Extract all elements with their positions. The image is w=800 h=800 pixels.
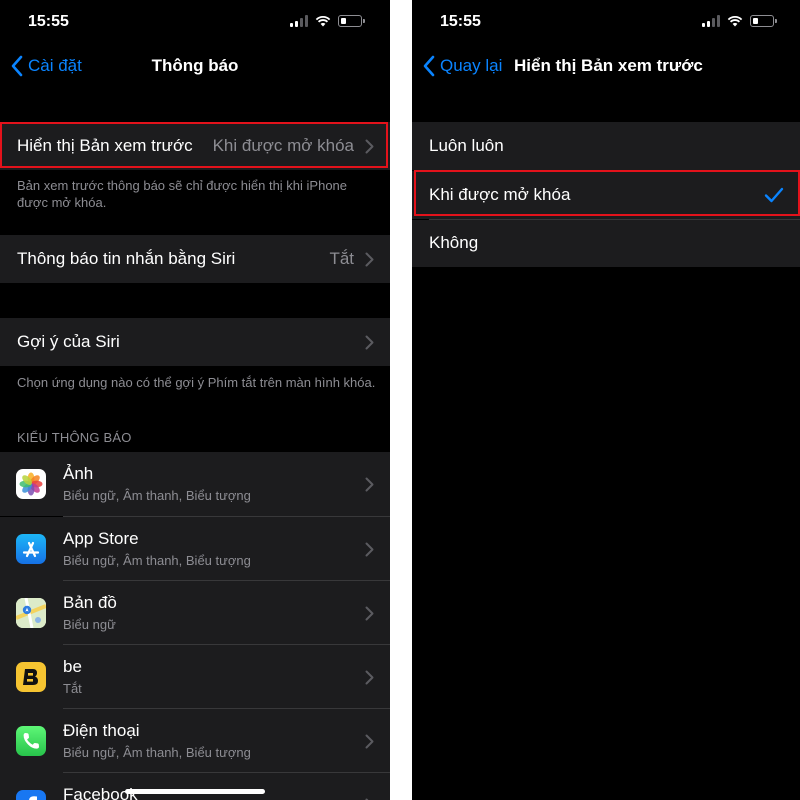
status-time: 15:55	[440, 13, 481, 30]
chevron-right-icon	[365, 335, 374, 350]
back-button[interactable]: Quay lại	[420, 54, 502, 78]
list-item-maps[interactable]: Bản đồ Biểu ngữ	[0, 581, 390, 645]
cellular-signal-icon	[702, 15, 720, 27]
option-label: Không	[429, 233, 479, 252]
siri-suggestions-label: Gợi ý của Siri	[17, 332, 120, 351]
list-item-facebook[interactable]: Facebook	[0, 773, 390, 800]
wifi-icon	[727, 16, 743, 27]
app-subtitle: Biểu ngữ, Âm thanh, Biểu tượng	[63, 488, 251, 503]
phone-icon	[16, 726, 46, 756]
page-title: Thông báo	[151, 56, 239, 75]
app-name: Điện thoại	[63, 721, 140, 740]
facebook-icon	[16, 790, 46, 800]
wifi-icon	[315, 16, 331, 27]
app-name: Ảnh	[63, 464, 94, 483]
show-previews-note: Bản xem trước thông báo sẽ chỉ được hiển…	[17, 178, 348, 210]
chevron-right-icon	[365, 734, 374, 749]
siri-announce-value: Tắt	[329, 249, 354, 268]
list-item-app-store[interactable]: App Store Biểu ngữ, Âm thanh, Biểu tượng	[0, 517, 390, 581]
home-indicator[interactable]	[125, 789, 265, 794]
app-subtitle: Biểu ngữ, Âm thanh, Biểu tượng	[63, 745, 251, 760]
page-title: Hiển thị Bản xem trước	[514, 56, 703, 75]
siri-announce-label: Thông báo tin nhắn bằng Siri	[17, 249, 236, 268]
status-time: 15:55	[28, 13, 69, 30]
chevron-right-icon	[365, 542, 374, 557]
notifications-screen: 15:55 Cài đặt Thông báo Hiển thị Bản xem…	[0, 0, 390, 800]
highlight-box	[0, 122, 388, 168]
nav-bar: Cài đặt Thông báo	[0, 44, 390, 88]
status-bar: 15:55	[0, 0, 390, 44]
app-name: App Store	[63, 529, 139, 548]
status-bar: 15:55	[412, 0, 800, 44]
back-label: Quay lại	[440, 56, 503, 75]
chevron-right-icon	[365, 670, 374, 685]
option-label: Luôn luôn	[429, 136, 504, 155]
battery-icon	[750, 15, 777, 27]
siri-suggestions-note: Chọn ứng dụng nào có thể gợi ý Phím tắt …	[17, 375, 376, 390]
chevron-right-icon	[365, 477, 374, 492]
option-always[interactable]: Luôn luôn	[412, 122, 800, 170]
list-item-be[interactable]: be Tắt	[0, 645, 390, 709]
list-item-photos[interactable]: Ảnh Biểu ngữ, Âm thanh, Biểu tượng	[0, 452, 390, 516]
battery-icon	[338, 15, 365, 27]
maps-icon	[16, 598, 46, 628]
be-icon	[16, 662, 46, 692]
app-subtitle: Biểu ngữ	[63, 617, 116, 632]
app-store-icon	[16, 534, 46, 564]
chevron-right-icon	[365, 252, 374, 267]
chevron-left-icon	[423, 55, 435, 77]
nav-bar: Quay lại Hiển thị Bản xem trước	[412, 44, 800, 88]
siri-announce-row[interactable]: Thông báo tin nhắn bằng Siri Tắt	[0, 235, 390, 283]
show-previews-screen: 15:55 Quay lại Hiển thị Bản xem trước Lu…	[412, 0, 800, 800]
app-subtitle: Tắt	[63, 681, 82, 696]
siri-suggestions-row[interactable]: Gợi ý của Siri	[0, 318, 390, 366]
app-name: Bản đồ	[63, 593, 117, 612]
highlight-box	[414, 170, 800, 216]
option-never[interactable]: Không	[412, 220, 800, 267]
cellular-signal-icon	[290, 15, 308, 27]
list-item-phone[interactable]: Điện thoại Biểu ngữ, Âm thanh, Biểu tượn…	[0, 709, 390, 773]
app-name: be	[63, 657, 82, 676]
photos-icon	[16, 469, 46, 499]
section-header: KIỂU THÔNG BÁO	[17, 430, 132, 445]
chevron-right-icon	[365, 606, 374, 621]
app-subtitle: Biểu ngữ, Âm thanh, Biểu tượng	[63, 553, 251, 568]
